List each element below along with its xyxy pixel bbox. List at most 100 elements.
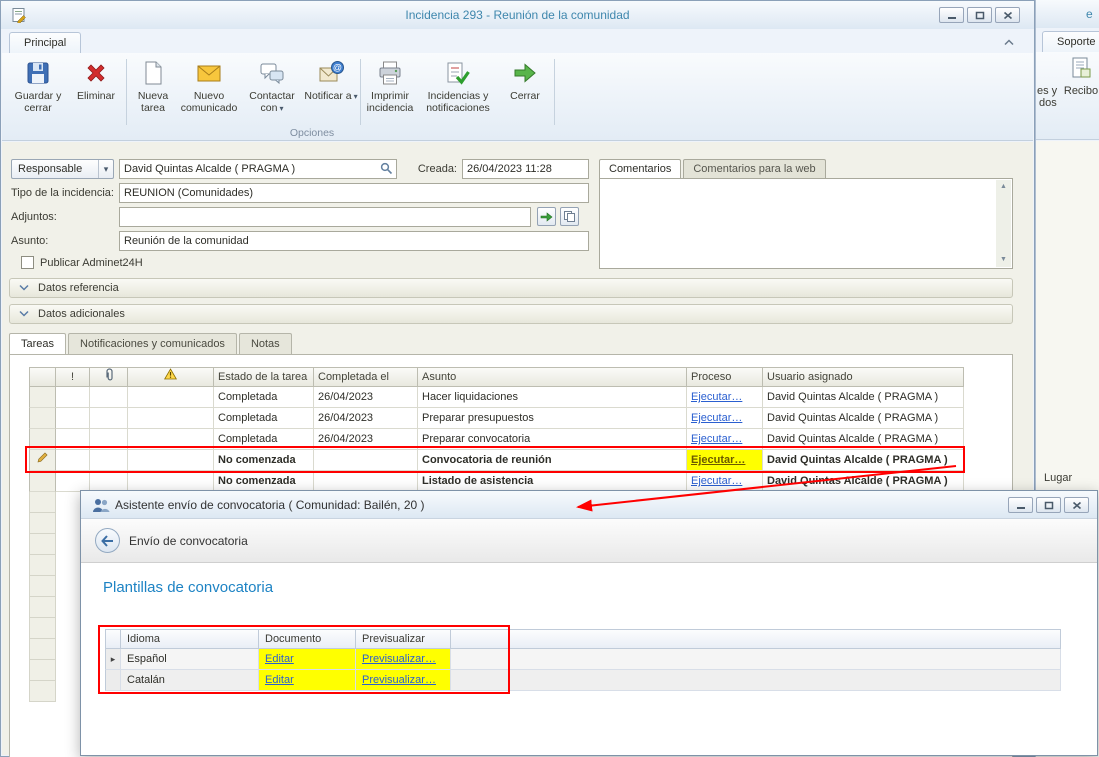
tab-comentarios-web[interactable]: Comentarios para la web	[683, 159, 825, 178]
comments-scrollbar[interactable]: ▲ ▼	[996, 180, 1011, 267]
previsualizar-link[interactable]: Previsualizar…	[362, 653, 436, 665]
cerrar-button[interactable]: Cerrar	[502, 56, 548, 134]
publicar-adminet-label: Publicar Adminet24H	[40, 253, 143, 273]
row-selector[interactable]	[29, 597, 56, 618]
task-row[interactable]: Completada 26/04/2023 Preparar presupues…	[29, 408, 965, 429]
usuario-cell: David Quintas Alcalde ( PRAGMA )	[763, 408, 964, 429]
attachment-column-header[interactable]	[90, 367, 128, 387]
row-selector[interactable]	[29, 471, 56, 492]
ejecutar-link[interactable]: Ejecutar…	[691, 475, 742, 487]
minimize-button[interactable]	[939, 7, 964, 23]
tasks-grid: ! Estado de la tarea Completada el Asunt…	[29, 367, 965, 492]
tipo-incidencia-input[interactable]	[119, 183, 589, 203]
close-button[interactable]	[1064, 497, 1089, 513]
row-selector[interactable]	[29, 555, 56, 576]
section-datos-adicionales[interactable]: Datos adicionales	[9, 304, 1013, 324]
row-selector[interactable]	[29, 618, 56, 639]
notify-envelope-icon: @	[318, 56, 344, 90]
scroll-up-icon[interactable]: ▲	[996, 180, 1011, 194]
row-selector[interactable]	[29, 660, 56, 681]
recibo-button[interactable]: Recibo	[1062, 56, 1099, 132]
ribbon-separator	[554, 59, 555, 125]
background-partial-label-bottom: dos	[1039, 97, 1057, 109]
alert-column-header[interactable]	[128, 367, 214, 387]
template-row[interactable]: ▸ Español Editar Previsualizar…	[105, 649, 1061, 670]
tab-comentarios[interactable]: Comentarios	[599, 159, 681, 178]
scroll-down-icon[interactable]: ▼	[996, 253, 1011, 267]
maximize-button[interactable]	[1036, 497, 1061, 513]
row-selector[interactable]	[29, 429, 56, 450]
row-selector[interactable]	[29, 639, 56, 660]
creada-input[interactable]	[462, 159, 589, 179]
previsualizar-link[interactable]: Previsualizar…	[362, 674, 436, 686]
row-selector[interactable]	[29, 513, 56, 534]
row-selector[interactable]	[29, 387, 56, 408]
attachment-cell	[90, 471, 128, 492]
adjuntos-input[interactable]	[119, 207, 531, 227]
editar-link[interactable]: Editar	[265, 674, 294, 686]
tasks-grid-header: ! Estado de la tarea Completada el Asunt…	[29, 367, 965, 387]
documento-column-header[interactable]: Documento	[259, 629, 356, 649]
idioma-column-header[interactable]: Idioma	[121, 629, 259, 649]
tab-soporte[interactable]: Soporte	[1042, 31, 1099, 52]
search-icon[interactable]	[380, 162, 393, 178]
estado-cell: Completada	[214, 387, 314, 408]
asunto-column-header[interactable]: Asunto	[418, 367, 687, 387]
task-row[interactable]: No comenzada Listado de asistencia Ejecu…	[29, 471, 965, 492]
row-selector-editing[interactable]	[29, 450, 56, 471]
proceso-cell: Ejecutar…	[687, 408, 763, 429]
contactar-con-button[interactable]: Contactar con▾	[242, 56, 302, 134]
attach-file-button[interactable]	[537, 207, 556, 226]
tab-principal[interactable]: Principal	[9, 32, 81, 53]
proceso-cell: Ejecutar…	[687, 387, 763, 408]
asunto-input[interactable]	[119, 231, 589, 251]
row-selector[interactable]	[29, 492, 56, 513]
ejecutar-link[interactable]: Ejecutar…	[691, 391, 742, 403]
section-datos-referencia[interactable]: Datos referencia	[9, 278, 1013, 298]
ribbon-button-caption: Nuevo comunicado	[178, 90, 240, 114]
tab-notas[interactable]: Notas	[239, 333, 292, 354]
row-selector-current[interactable]: ▸	[105, 649, 121, 670]
minimize-button[interactable]	[1008, 497, 1033, 513]
row-selector[interactable]	[29, 681, 56, 702]
publicar-adminet-checkbox[interactable]	[21, 256, 34, 269]
row-selector[interactable]	[29, 576, 56, 597]
ribbon-collapse-button[interactable]	[998, 34, 1020, 50]
tab-tareas[interactable]: Tareas	[9, 333, 66, 354]
ejecutar-link[interactable]: Ejecutar…	[691, 412, 742, 424]
guardar-y-cerrar-button[interactable]: Guardar y cerrar	[10, 56, 66, 134]
nuevo-comunicado-button[interactable]: Nuevo comunicado	[178, 56, 240, 134]
incidencias-y-notificaciones-button[interactable]: Incidencias y notificaciones	[420, 56, 496, 134]
previsualizar-column-header[interactable]: Previsualizar	[356, 629, 451, 649]
task-row[interactable]: Completada 26/04/2023 Hacer liquidacione…	[29, 387, 965, 408]
copy-button[interactable]	[560, 207, 579, 226]
row-selector[interactable]	[29, 534, 56, 555]
previsualizar-cell-highlighted: Previsualizar…	[356, 670, 451, 691]
estado-column-header[interactable]: Estado de la tarea	[214, 367, 314, 387]
ejecutar-link[interactable]: Ejecutar…	[691, 433, 742, 445]
template-row[interactable]: Catalán Editar Previsualizar…	[105, 670, 1061, 691]
responsable-combo[interactable]: Responsable ▾	[11, 159, 114, 179]
chat-bubbles-icon	[259, 56, 285, 90]
task-row-selected[interactable]: No comenzada Convocatoria de reunión Eje…	[29, 450, 965, 471]
proceso-column-header[interactable]: Proceso	[687, 367, 763, 387]
comments-textarea[interactable]	[602, 181, 994, 266]
tab-notificaciones-y-comunicados[interactable]: Notificaciones y comunicados	[68, 333, 237, 354]
back-button[interactable]	[95, 528, 120, 553]
proceso-cell-highlighted: Ejecutar…	[687, 450, 763, 471]
nueva-tarea-button[interactable]: Nueva tarea	[130, 56, 176, 134]
editar-link[interactable]: Editar	[265, 653, 294, 665]
usuario-column-header[interactable]: Usuario asignado	[763, 367, 964, 387]
priority-column-header[interactable]: !	[56, 367, 90, 387]
row-selector[interactable]	[105, 670, 121, 691]
eliminar-button[interactable]: Eliminar	[70, 56, 122, 134]
notificar-a-button[interactable]: @ Notificar a▾	[304, 56, 358, 134]
task-row[interactable]: Completada 26/04/2023 Preparar convocato…	[29, 429, 965, 450]
completada-column-header[interactable]: Completada el	[314, 367, 418, 387]
close-button[interactable]	[995, 7, 1020, 23]
row-selector[interactable]	[29, 408, 56, 429]
responsable-input[interactable]	[119, 159, 397, 179]
imprimir-incidencia-button[interactable]: Imprimir incidencia	[364, 56, 416, 134]
maximize-button[interactable]	[967, 7, 992, 23]
ejecutar-link[interactable]: Ejecutar…	[691, 454, 745, 466]
